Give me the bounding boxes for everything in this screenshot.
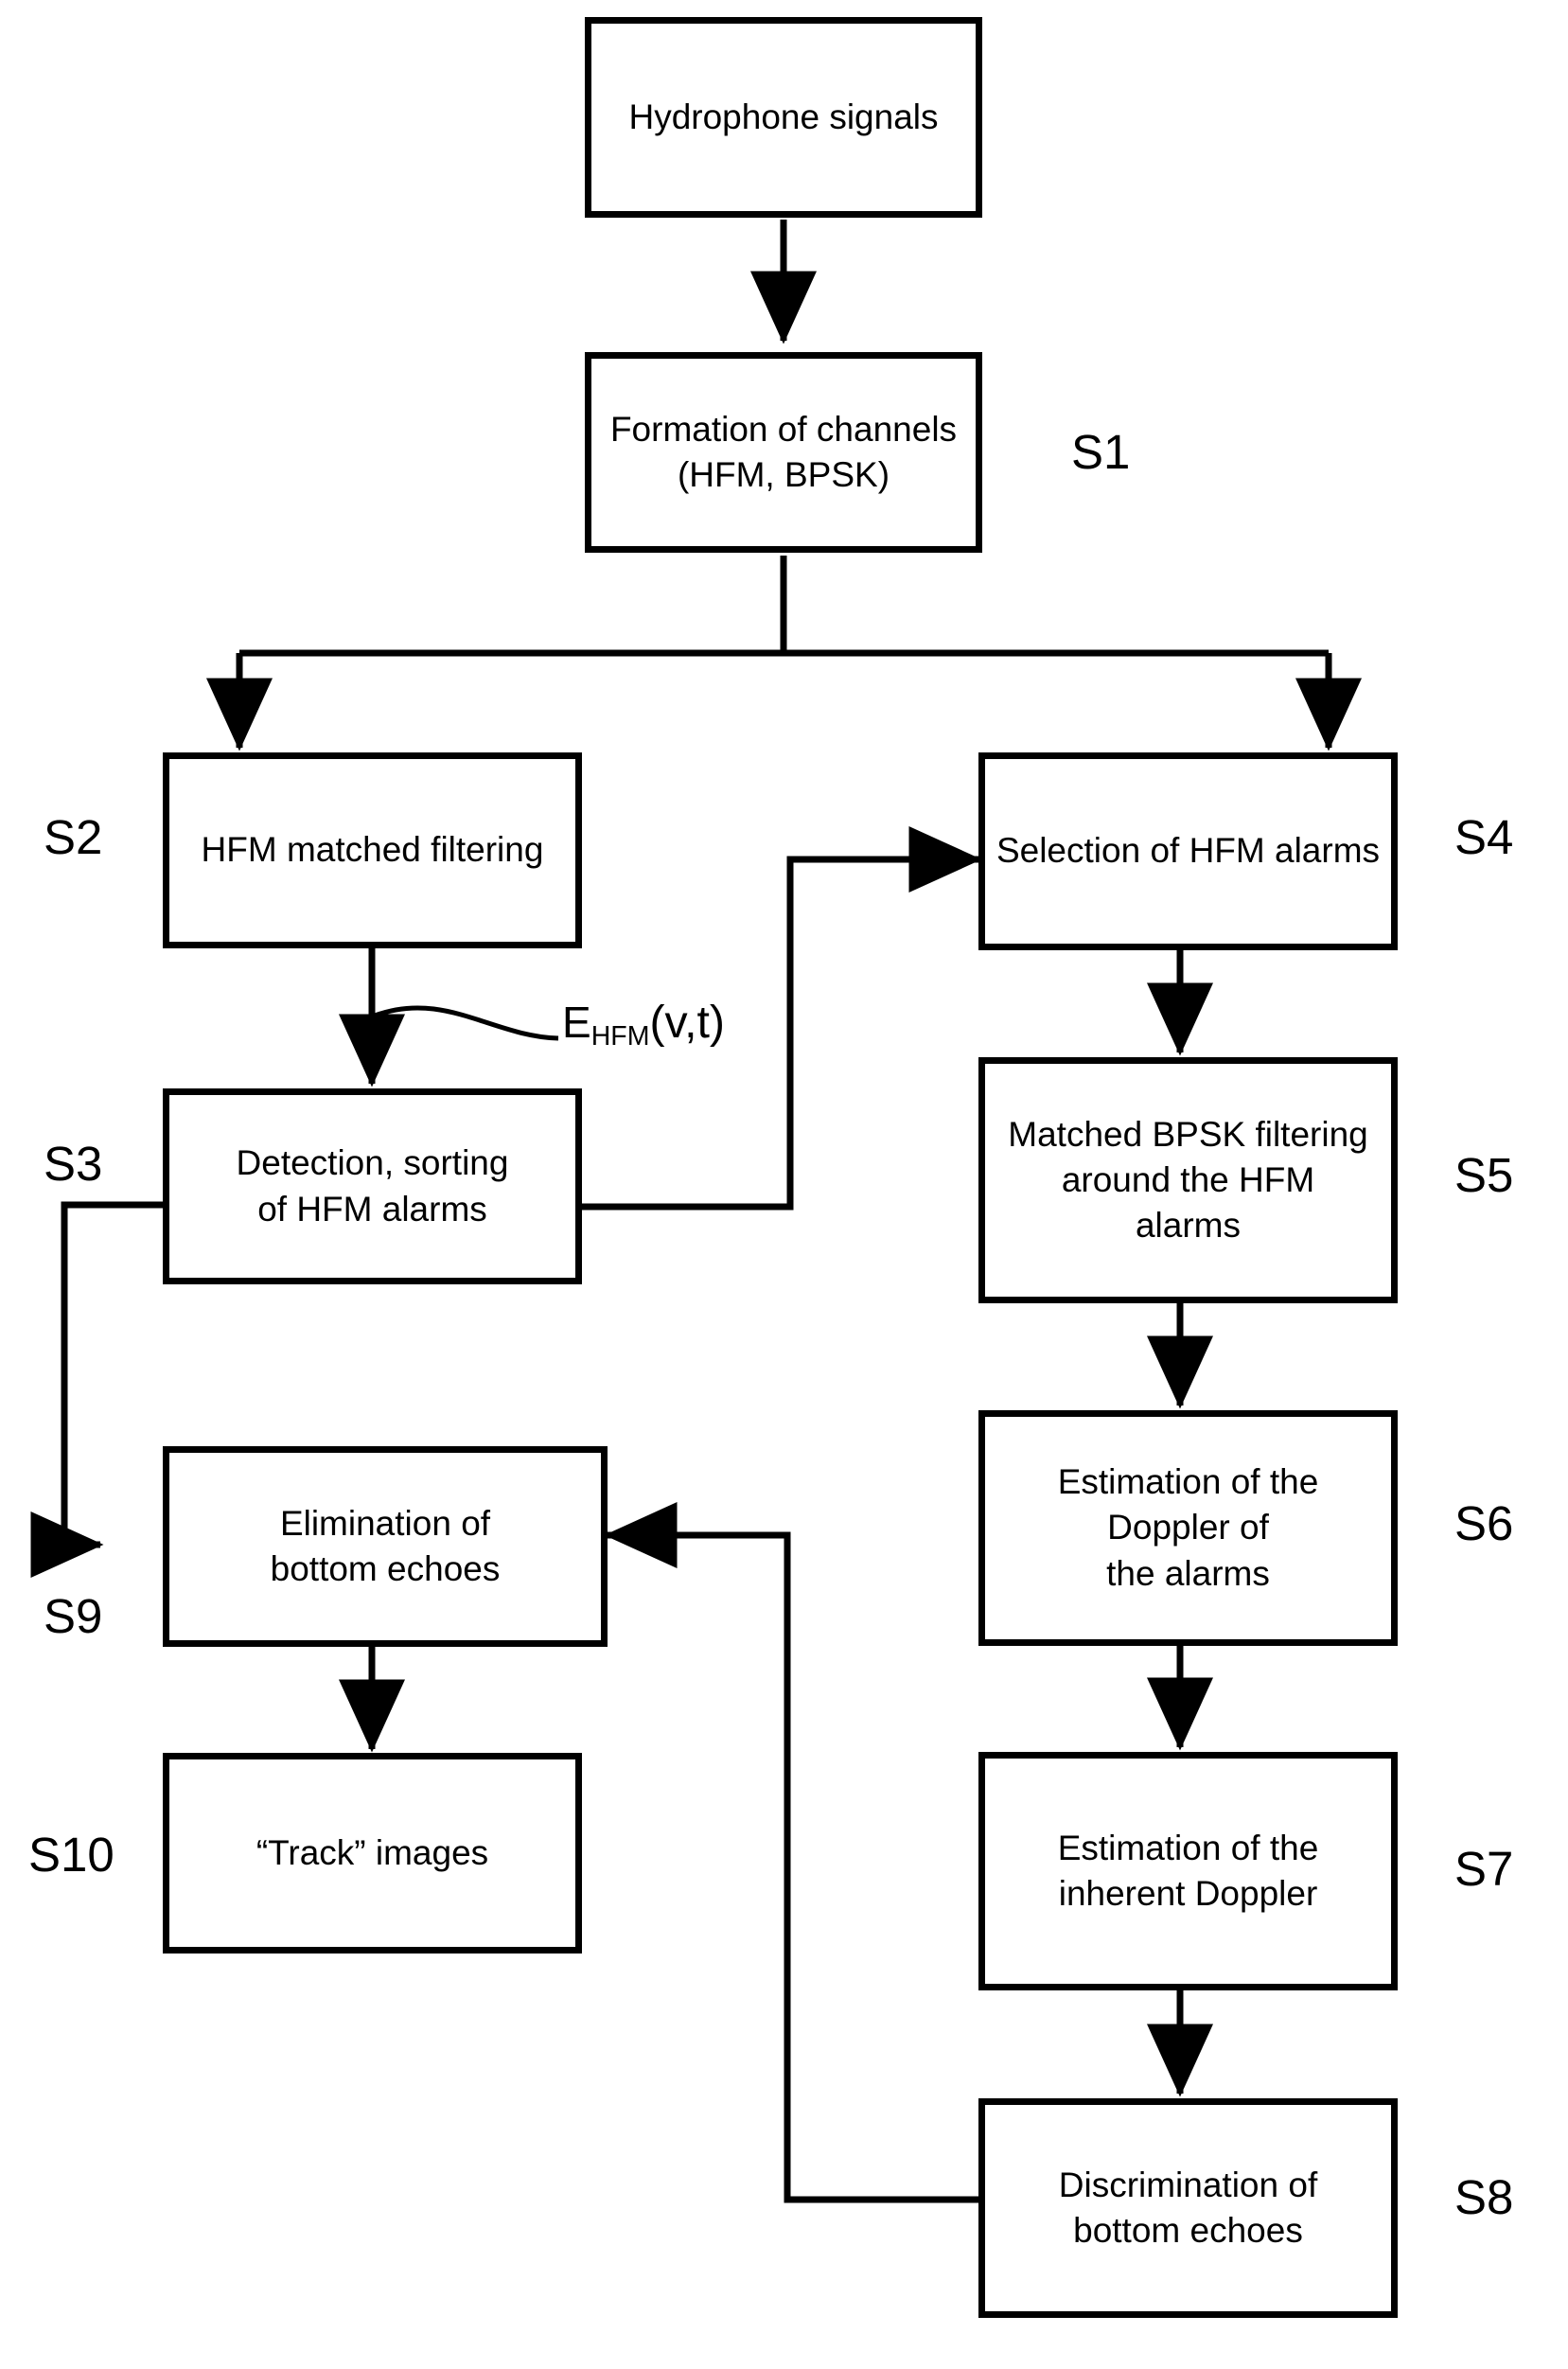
signal-annotation-subscript: HFM xyxy=(590,1020,650,1052)
node-hydrophone-signals: Hydrophone signals xyxy=(585,17,982,218)
node-s4-selection-hfm-alarms: Selection of HFM alarms xyxy=(978,752,1398,950)
node-s9-label: Elimination of bottom echoes xyxy=(270,1503,501,1588)
flowchart-figure: Hydrophone signals Formation of channels… xyxy=(0,0,1568,2369)
step-label-s7: S7 xyxy=(1454,1842,1514,1896)
node-s9-elimination-bottom-echoes: Elimination of bottom echoes xyxy=(163,1446,608,1647)
node-s5-label: Matched BPSK filtering around the HFM al… xyxy=(1008,1114,1368,1246)
step-label-s10: S10 xyxy=(28,1828,115,1882)
node-s2-label: HFM matched filtering xyxy=(201,830,544,870)
node-s8-label: Discrimination of bottom echoes xyxy=(1058,2165,1318,2250)
node-s5-matched-bpsk-filtering: Matched BPSK filtering around the HFM al… xyxy=(978,1057,1398,1303)
step-label-s3: S3 xyxy=(44,1137,103,1191)
signal-annotation-argument: (v,t) xyxy=(649,997,726,1048)
node-s7-estimation-inherent-doppler: Estimation of the inherent Doppler xyxy=(978,1752,1398,1990)
node-s4-label: Selection of HFM alarms xyxy=(995,831,1381,871)
node-s10-track-images: “Track” images xyxy=(163,1753,582,1954)
node-s2-hfm-matched-filtering: HFM matched filtering xyxy=(163,752,582,948)
node-s1-label: Formation of channels (HFM, BPSK) xyxy=(609,409,958,494)
step-label-s6: S6 xyxy=(1454,1496,1514,1550)
step-label-s4: S4 xyxy=(1454,810,1514,864)
signal-annotation-e-hfm: EHFM(v,t) xyxy=(562,996,725,1052)
edge-s8-to-s9-feedback xyxy=(604,1501,978,2203)
edge-s3-to-s9 xyxy=(30,1201,163,1579)
step-label-s5: S5 xyxy=(1454,1148,1514,1202)
step-label-s2: S2 xyxy=(44,810,103,864)
node-hydrophone-signals-label: Hydrophone signals xyxy=(628,97,939,136)
step-label-s8: S8 xyxy=(1454,2170,1514,2224)
node-s3-detection-sorting: Detection, sorting of HFM alarms xyxy=(163,1088,582,1284)
node-s8-discrimination-bottom-echoes: Discrimination of bottom echoes xyxy=(978,2098,1398,2318)
step-label-s1: S1 xyxy=(1071,425,1131,479)
node-s3-label: Detection, sorting of HFM alarms xyxy=(236,1143,509,1229)
node-s6-label: Estimation of the Doppler of the alarms xyxy=(1057,1462,1319,1593)
step-label-s9: S9 xyxy=(44,1589,103,1643)
node-s6-estimation-doppler-alarms: Estimation of the Doppler of the alarms xyxy=(978,1410,1398,1646)
node-s10-label: “Track” images xyxy=(255,1832,489,1872)
signal-annotation-symbol: E xyxy=(562,998,591,1047)
node-s1-formation-of-channels: Formation of channels (HFM, BPSK) xyxy=(585,352,982,553)
node-s7-label: Estimation of the inherent Doppler xyxy=(1057,1828,1319,1913)
signal-label-leader xyxy=(374,1005,559,1041)
